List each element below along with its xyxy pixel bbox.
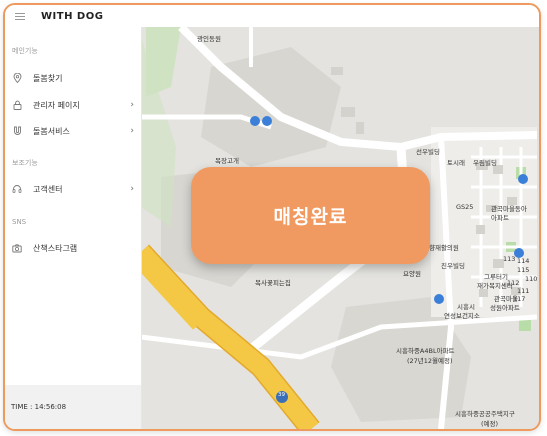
sidebar-item-label: 산책스타그램 — [33, 243, 78, 253]
map-label: 토시래 — [447, 159, 465, 167]
app-title: WITH DOG — [41, 10, 104, 22]
hamburger-menu-icon[interactable] — [15, 12, 25, 20]
sidebar-item-label: 돌봄찾기 — [33, 73, 63, 83]
map-label: 110 — [525, 275, 538, 283]
sidebar-item-label: 돌봄서비스 — [33, 126, 70, 136]
magnet-icon — [12, 126, 22, 136]
map-label: 114 — [517, 257, 530, 265]
map-label: 진우빌딩 — [441, 262, 465, 270]
map-label: 우림빌딩 — [473, 159, 497, 167]
sidebar-item-walkstagram[interactable]: 산책스타그램 — [5, 239, 141, 257]
map-label: (27년12월예정) — [407, 357, 453, 365]
sidebar-item-label: 관리자 페이지 — [33, 100, 80, 110]
map-label: 요양원 — [403, 270, 421, 278]
map-label: 복사꽃피는집 — [255, 279, 291, 287]
map-label: 시흥하중A4BL아파트 — [396, 347, 455, 355]
map-label: 연성보건지소 — [444, 312, 480, 320]
map-label: 아파트 — [491, 214, 509, 222]
map-label: 광인동원 — [197, 35, 221, 43]
sidebar: 메인기능 돌봄찾기 관리자 페이지 › 돌봄서비스 › 보조기능 고객센터 › … — [5, 27, 142, 429]
map-label: 112 — [507, 279, 520, 287]
section-label-sns: SNS — [12, 218, 27, 226]
chevron-right-icon: › — [130, 184, 134, 194]
camera-icon — [12, 243, 22, 253]
section-label-sub: 보조기능 — [12, 159, 38, 167]
match-complete-badge[interactable]: 매칭완료 — [191, 167, 430, 264]
map-label: (예정) — [481, 420, 499, 428]
sidebar-item-care-service[interactable]: 돌봄서비스 › — [5, 122, 141, 140]
match-complete-label: 매칭완료 — [273, 206, 348, 228]
map-label: 111 — [517, 287, 530, 295]
map-label: 113 — [503, 255, 516, 263]
chevron-right-icon: › — [130, 100, 134, 110]
sidebar-item-find-care[interactable]: 돌봄찾기 — [5, 69, 141, 87]
lock-icon — [12, 100, 22, 110]
time-display: TIME : 14:56:08 — [5, 385, 141, 429]
map-label: 시흥하중공공주택지구 — [455, 410, 515, 418]
map-label: 선우빌딩 — [416, 148, 440, 156]
chevron-right-icon: › — [130, 126, 134, 136]
map-label: GS25 — [456, 203, 474, 211]
sidebar-item-admin[interactable]: 관리자 페이지 › — [5, 96, 141, 114]
sidebar-item-customer-center[interactable]: 고객센터 › — [5, 180, 141, 198]
top-bar: WITH DOG — [5, 5, 539, 27]
map-label: 117 — [513, 295, 526, 303]
time-text: TIME : 14:56:08 — [11, 403, 67, 411]
section-label-main: 메인기능 — [12, 47, 38, 55]
map-label: 목장고개 — [215, 157, 239, 165]
map-label: 성원아파트 — [490, 304, 520, 312]
sidebar-item-label: 고객센터 — [33, 184, 63, 194]
map-pin-icon — [12, 73, 22, 83]
road-number-label: 39 — [278, 392, 285, 398]
map-label: 115 — [517, 266, 530, 274]
headset-icon — [12, 184, 22, 194]
